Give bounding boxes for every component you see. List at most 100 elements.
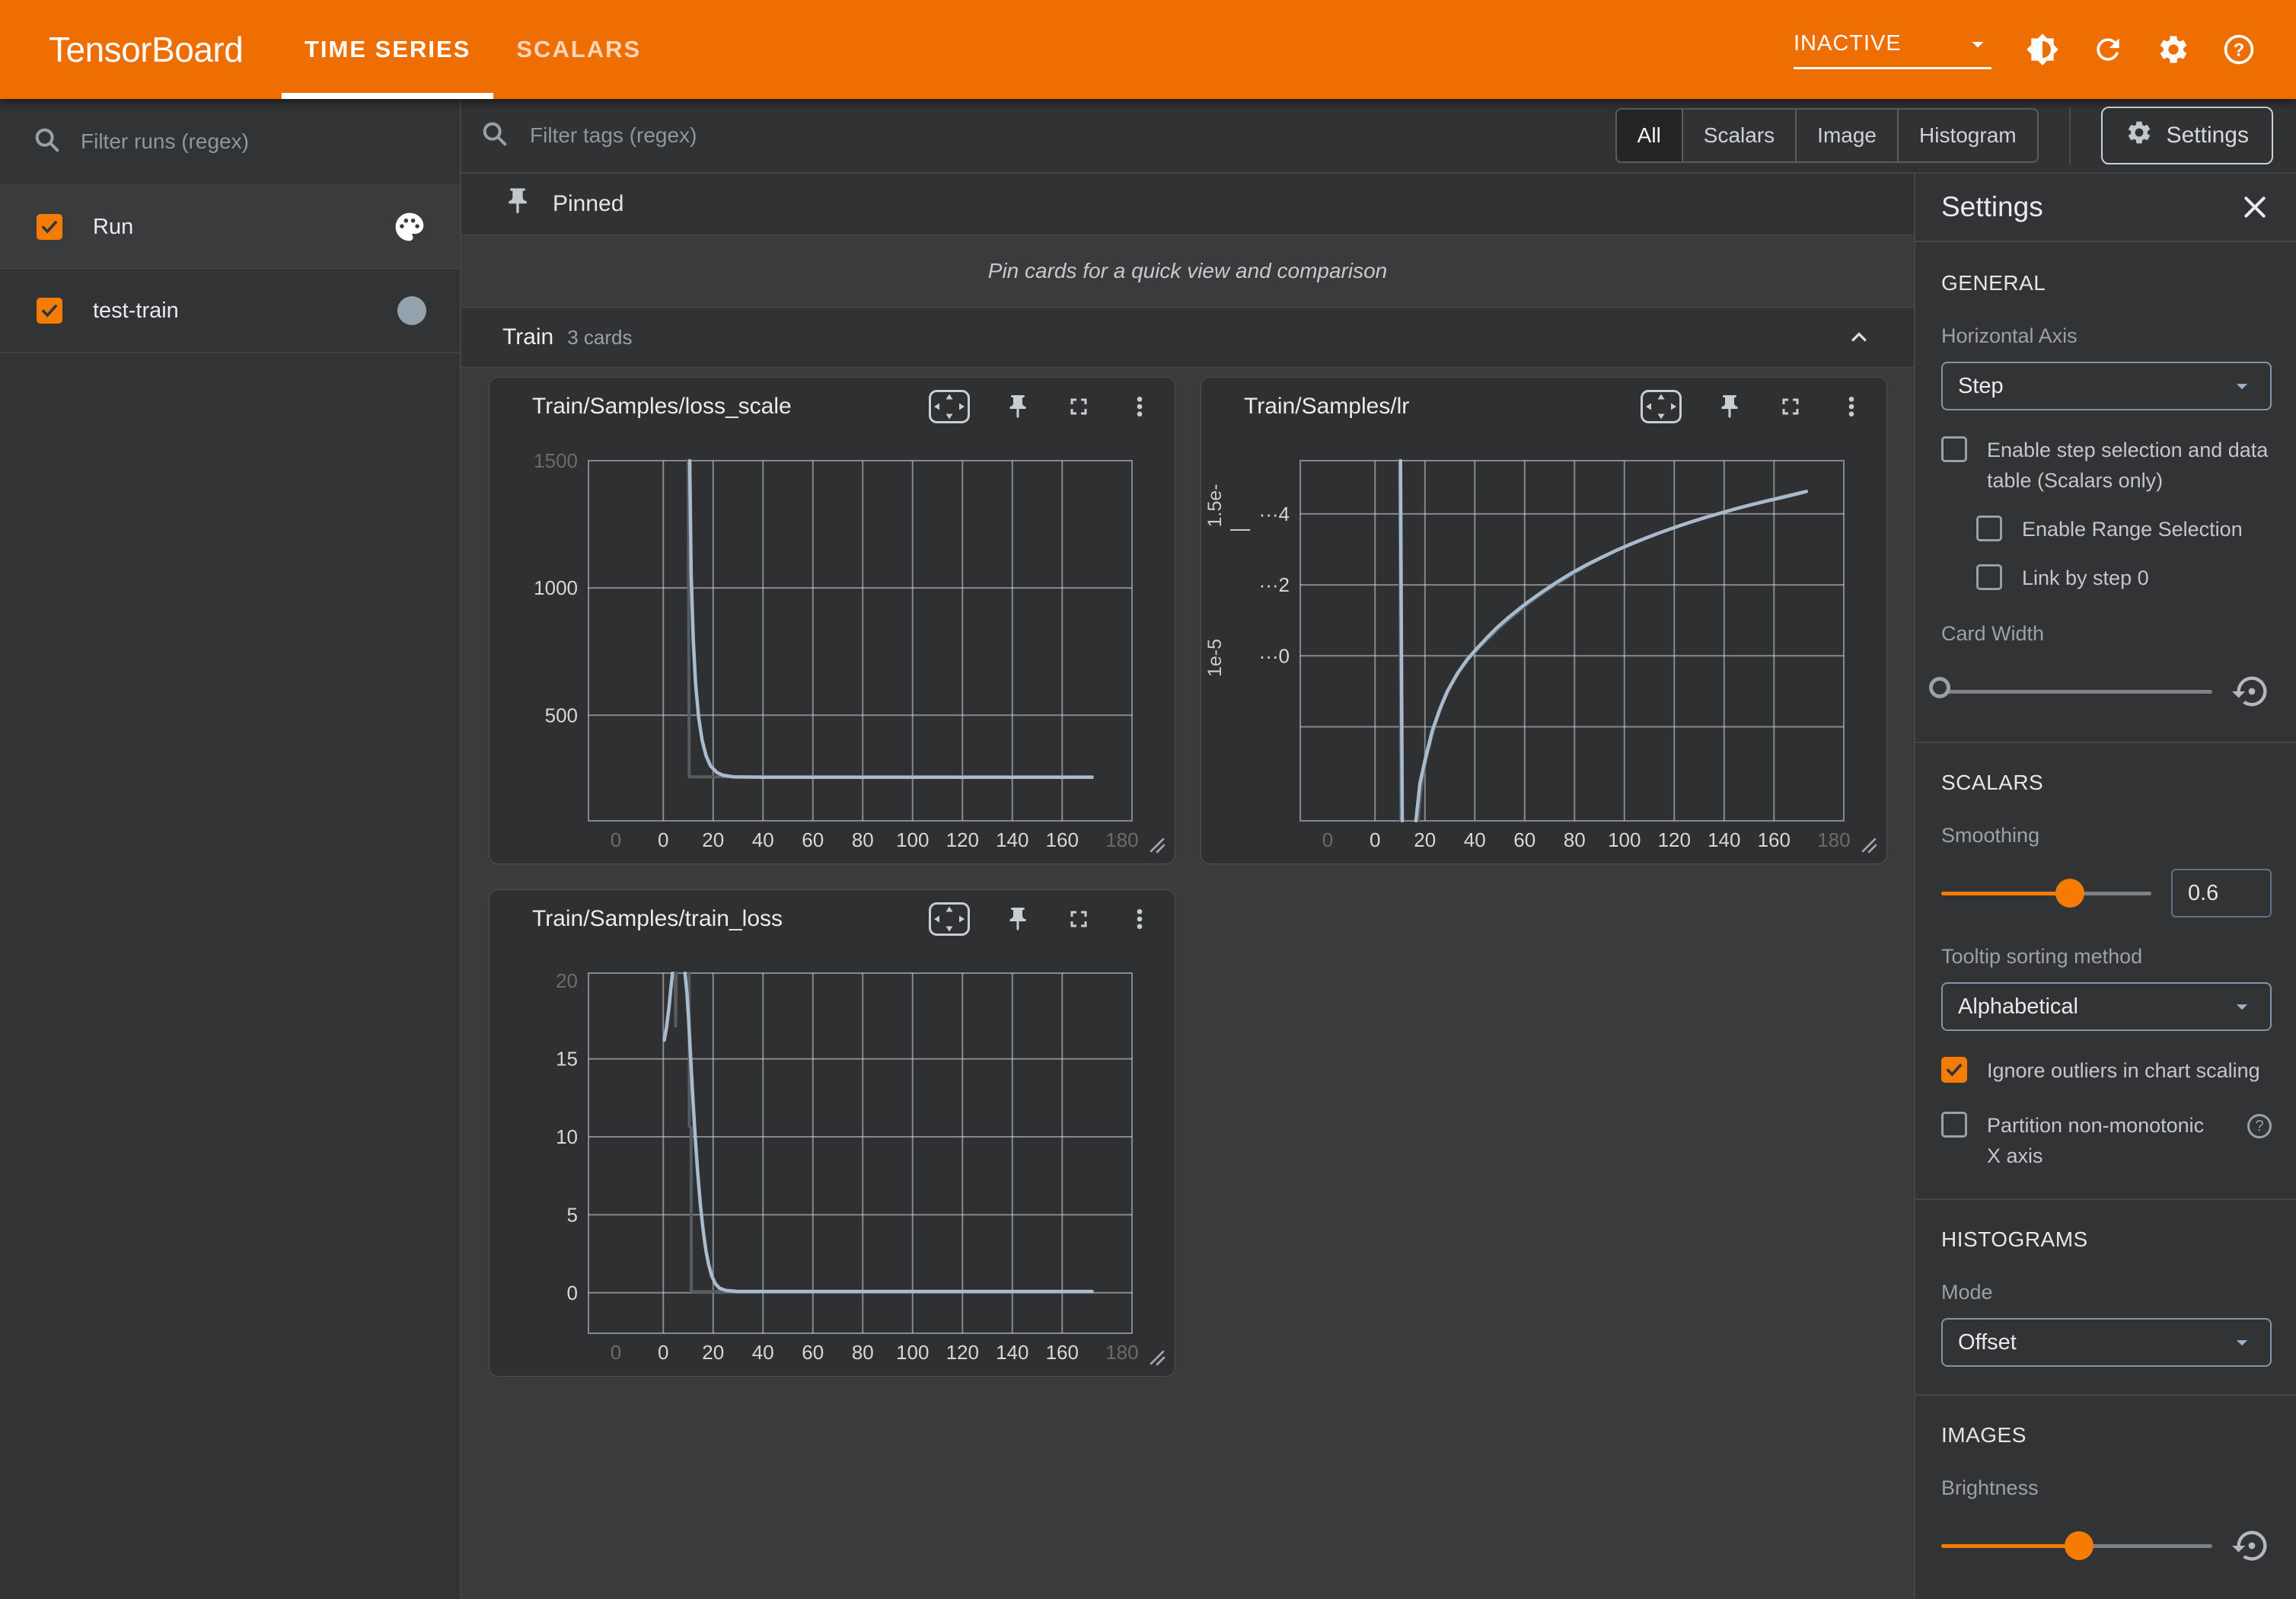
pan-zoom-icon[interactable] bbox=[1640, 389, 1682, 424]
pan-zoom-icon[interactable] bbox=[928, 902, 971, 937]
resize-handle-icon[interactable] bbox=[1147, 835, 1166, 857]
checkbox[interactable] bbox=[1976, 564, 2002, 590]
svg-text:5: 5 bbox=[567, 1203, 578, 1226]
run-status-value: INACTIVE bbox=[1794, 31, 1902, 56]
svg-text:20: 20 bbox=[1414, 828, 1436, 851]
line-chart[interactable]: 002040608010012014016018050010001500 bbox=[489, 436, 1159, 864]
tooltip-sort-select[interactable]: Alphabetical bbox=[1941, 982, 2272, 1031]
svg-text:?: ? bbox=[2234, 40, 2245, 60]
svg-text:120: 120 bbox=[1658, 828, 1691, 851]
runs-sidebar: Run test-train bbox=[0, 99, 461, 1599]
reset-icon[interactable] bbox=[2232, 672, 2272, 711]
chart-card: Train/Samples/loss_scale 002040608010012… bbox=[489, 377, 1175, 864]
line-chart[interactable]: 0020406080100120140160180···0···2···41.5… bbox=[1201, 436, 1871, 864]
refresh-icon[interactable] bbox=[2090, 32, 2125, 67]
run-row[interactable]: Run bbox=[0, 186, 460, 270]
more-options-icon[interactable] bbox=[1126, 905, 1153, 933]
run-color-swatch[interactable] bbox=[397, 296, 426, 325]
pin-card-icon[interactable] bbox=[1004, 393, 1032, 420]
close-icon[interactable] bbox=[2240, 192, 2270, 222]
link-by-step-row[interactable]: Link by step 0 bbox=[1976, 564, 2272, 593]
palette-icon[interactable] bbox=[393, 210, 426, 244]
app-header: TensorBoard TIME SERIES SCALARS INACTIVE… bbox=[0, 0, 2296, 99]
svg-text:40: 40 bbox=[752, 1341, 774, 1364]
svg-text:40: 40 bbox=[1464, 828, 1486, 851]
resize-handle-icon[interactable] bbox=[1859, 835, 1877, 857]
brightness-icon[interactable] bbox=[2025, 32, 2060, 67]
filter-image-button[interactable]: Image bbox=[1795, 110, 1897, 161]
run-status-dropdown[interactable]: INACTIVE bbox=[1794, 30, 1991, 69]
horizontal-axis-select[interactable]: Step bbox=[1941, 362, 2272, 410]
tab-scalars[interactable]: SCALARS bbox=[493, 0, 664, 99]
smoothing-value-input[interactable]: 0.6 bbox=[2171, 869, 2272, 918]
svg-text:180: 180 bbox=[1817, 828, 1850, 851]
pinned-section-header: Pinned bbox=[461, 174, 1914, 235]
svg-text:15: 15 bbox=[556, 1048, 578, 1071]
fullscreen-icon[interactable] bbox=[1065, 905, 1092, 933]
run-checkbox[interactable] bbox=[37, 298, 62, 324]
tags-toolbar: All Scalars Image Histogram Settings bbox=[461, 99, 2296, 174]
help-icon[interactable]: ? bbox=[2247, 1114, 2272, 1138]
svg-text:100: 100 bbox=[1608, 828, 1641, 851]
horizontal-axis-label: Horizontal Axis bbox=[1941, 324, 2272, 348]
tag-filter-group: All Scalars Image Histogram bbox=[1615, 108, 2039, 163]
brightness-slider[interactable] bbox=[1941, 1523, 2272, 1569]
svg-text:···4: ···4 bbox=[1259, 503, 1290, 525]
fullscreen-icon[interactable] bbox=[1777, 393, 1804, 420]
checkbox[interactable] bbox=[1941, 1112, 1967, 1138]
section-title: Train bbox=[502, 324, 553, 350]
more-options-icon[interactable] bbox=[1126, 393, 1153, 420]
reset-icon[interactable] bbox=[2232, 1526, 2272, 1565]
pin-card-icon[interactable] bbox=[1004, 905, 1032, 933]
chevron-down-icon bbox=[2229, 1329, 2255, 1355]
fullscreen-icon[interactable] bbox=[1065, 393, 1092, 420]
help-icon[interactable]: ? bbox=[2221, 32, 2256, 67]
svg-text:160: 160 bbox=[1046, 1341, 1079, 1364]
checkbox[interactable] bbox=[1941, 436, 1967, 462]
chevron-up-icon[interactable] bbox=[1844, 322, 1874, 353]
more-options-icon[interactable] bbox=[1838, 393, 1865, 420]
gear-icon bbox=[2125, 119, 2153, 152]
svg-text:0: 0 bbox=[1322, 828, 1333, 851]
filter-all-button[interactable]: All bbox=[1617, 110, 1682, 161]
run-row[interactable]: test-train bbox=[0, 270, 460, 353]
chart-card: Train/Samples/lr 00204060801001201401601… bbox=[1201, 377, 1887, 864]
card-grid: Train/Samples/loss_scale 002040608010012… bbox=[461, 367, 1914, 1599]
svg-text:20: 20 bbox=[702, 1341, 724, 1364]
checkbox[interactable] bbox=[1941, 1057, 1967, 1083]
svg-text:1000: 1000 bbox=[534, 576, 578, 599]
tab-label: TIME SERIES bbox=[305, 36, 470, 63]
svg-text:0: 0 bbox=[611, 828, 621, 851]
tab-time-series[interactable]: TIME SERIES bbox=[282, 0, 493, 99]
filter-scalars-button[interactable]: Scalars bbox=[1682, 110, 1795, 161]
smoothing-slider[interactable]: 0.6 bbox=[1941, 870, 2272, 916]
checkbox[interactable] bbox=[1976, 515, 2002, 541]
line-chart[interactable]: 002040608010012014016018005101520 bbox=[489, 948, 1159, 1377]
card-width-slider[interactable] bbox=[1941, 669, 2272, 714]
svg-text:80: 80 bbox=[852, 828, 874, 851]
svg-text:0: 0 bbox=[658, 828, 668, 851]
pan-zoom-icon[interactable] bbox=[928, 389, 971, 424]
tensorboard-logo: TensorBoard bbox=[49, 29, 282, 70]
settings-button[interactable]: Settings bbox=[2101, 107, 2273, 164]
smoothing-label: Smoothing bbox=[1941, 824, 2272, 847]
filter-histogram-button[interactable]: Histogram bbox=[1897, 110, 2037, 161]
partition-x-axis-row[interactable]: Partition non-monotonic X axis ? bbox=[1941, 1112, 2272, 1171]
filter-tags-input[interactable] bbox=[528, 123, 1153, 148]
svg-text:180: 180 bbox=[1105, 828, 1138, 851]
search-icon bbox=[32, 125, 62, 159]
step-selection-row[interactable]: Enable step selection and data table (Sc… bbox=[1941, 436, 2272, 496]
histogram-mode-select[interactable]: Offset bbox=[1941, 1318, 2272, 1367]
svg-text:0: 0 bbox=[567, 1281, 578, 1304]
filter-runs-input[interactable] bbox=[79, 129, 437, 155]
range-selection-row[interactable]: Enable Range Selection bbox=[1976, 515, 2272, 544]
ignore-outliers-row[interactable]: Ignore outliers in chart scaling bbox=[1941, 1057, 2272, 1086]
svg-text:120: 120 bbox=[946, 828, 979, 851]
gear-icon[interactable] bbox=[2156, 32, 2191, 67]
run-checkbox[interactable] bbox=[37, 214, 62, 240]
svg-text:100: 100 bbox=[896, 1341, 929, 1364]
svg-text:40: 40 bbox=[752, 828, 774, 851]
pin-card-icon[interactable] bbox=[1716, 393, 1743, 420]
resize-handle-icon[interactable] bbox=[1147, 1348, 1166, 1370]
train-section-header[interactable]: Train 3 cards bbox=[461, 308, 1914, 367]
